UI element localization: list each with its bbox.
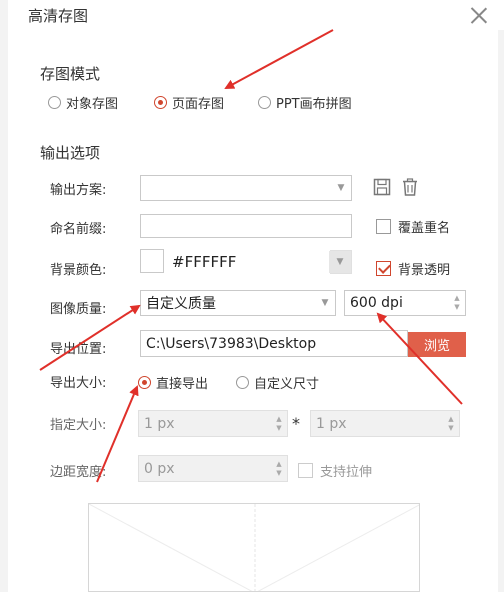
save-mode-heading: 存图模式 bbox=[40, 65, 101, 83]
dpi-value: 600 dpi bbox=[350, 295, 403, 311]
hd-save-dialog: 高清存图 存图模式 对象存图 页面存图 PPT画布拼图 输出选项 输出方案: ▼ bbox=[0, 0, 504, 592]
scheme-select[interactable]: ▼ bbox=[140, 175, 352, 201]
margin-stepper[interactable]: 0 px ▲ ▼ bbox=[138, 455, 288, 482]
radio-dot bbox=[48, 96, 61, 109]
checkbox-box bbox=[298, 463, 313, 478]
location-label: 导出位置: bbox=[50, 342, 107, 357]
margin-label: 边距宽度: bbox=[50, 465, 107, 480]
radio-dot bbox=[138, 376, 151, 389]
export-path-value: C:\Users\73983\Desktop bbox=[146, 335, 317, 352]
width-stepper[interactable]: 1 px ▲ ▼ bbox=[138, 410, 288, 437]
overwrite-checkbox[interactable]: 覆盖重名 bbox=[376, 217, 450, 236]
radio-label: 页面存图 bbox=[172, 97, 225, 112]
transparent-bg-label: 背景透明 bbox=[398, 263, 451, 278]
stepper-arrows-icon: ▲ ▼ bbox=[454, 294, 460, 311]
radio-custom-size[interactable]: 自定义尺寸 bbox=[236, 373, 319, 392]
arrow-to-page-save bbox=[224, 29, 334, 89]
left-edge bbox=[0, 0, 8, 592]
page-preview bbox=[88, 503, 420, 592]
radio-label: PPT画布拼图 bbox=[276, 97, 352, 112]
bg-color-label: 背景颜色: bbox=[50, 263, 107, 278]
title-bar: 高清存图 bbox=[0, 0, 504, 34]
radio-dot bbox=[236, 376, 249, 389]
specified-size-label: 指定大小: bbox=[50, 418, 107, 433]
width-value: 1 px bbox=[144, 415, 175, 432]
stretch-checkbox[interactable]: 支持拉伸 bbox=[298, 461, 372, 480]
quality-label: 图像质量: bbox=[50, 302, 107, 317]
close-icon[interactable] bbox=[470, 6, 488, 24]
prefix-input[interactable] bbox=[140, 214, 352, 238]
stretch-label: 支持拉伸 bbox=[320, 465, 373, 480]
stepper-arrows-icon: ▲ ▼ bbox=[448, 414, 454, 432]
save-icon[interactable] bbox=[373, 178, 391, 200]
export-path-input[interactable]: C:\Users\73983\Desktop bbox=[140, 330, 408, 357]
quality-value: 自定义质量 bbox=[146, 296, 216, 312]
stepper-arrows-icon: ▲ ▼ bbox=[276, 459, 282, 477]
quality-select[interactable]: 自定义质量 ▼ bbox=[140, 290, 336, 316]
chevron-down-icon: ▼ bbox=[321, 298, 329, 308]
radio-label: 对象存图 bbox=[66, 97, 119, 112]
radio-label: 直接导出 bbox=[156, 377, 209, 392]
height-value: 1 px bbox=[316, 415, 347, 432]
export-size-label: 导出大小: bbox=[50, 376, 107, 391]
scheme-label: 输出方案: bbox=[50, 183, 107, 198]
overwrite-label: 覆盖重名 bbox=[398, 221, 451, 236]
times-sign: * bbox=[292, 414, 300, 433]
right-edge bbox=[498, 30, 504, 592]
dpi-stepper[interactable]: 600 dpi ▲ ▼ bbox=[344, 290, 466, 316]
transparent-bg-checkbox[interactable]: 背景透明 bbox=[376, 259, 450, 278]
checkbox-box bbox=[376, 219, 391, 234]
checkbox-box bbox=[376, 261, 391, 276]
radio-dot bbox=[258, 96, 271, 109]
chevron-down-icon: ▼ bbox=[329, 251, 351, 273]
radio-direct-export[interactable]: 直接导出 bbox=[138, 373, 208, 392]
chevron-down-icon: ▼ bbox=[337, 183, 345, 193]
radio-ppt-canvas[interactable]: PPT画布拼图 bbox=[258, 93, 352, 112]
margin-value: 0 px bbox=[144, 460, 175, 477]
stepper-arrows-icon: ▲ ▼ bbox=[276, 414, 282, 432]
arrow-to-dpi bbox=[376, 312, 463, 405]
height-stepper[interactable]: 1 px ▲ ▼ bbox=[310, 410, 460, 437]
preview-guides bbox=[89, 504, 419, 591]
radio-page-save[interactable]: 页面存图 bbox=[154, 93, 224, 112]
prefix-label: 命名前缀: bbox=[50, 222, 107, 237]
radio-dot bbox=[154, 96, 167, 109]
radio-label: 自定义尺寸 bbox=[254, 377, 320, 392]
output-options-heading: 输出选项 bbox=[40, 144, 101, 162]
trash-icon[interactable] bbox=[401, 178, 419, 200]
bg-color-hex: #FFFFFF bbox=[172, 253, 237, 271]
bg-color-dropdown[interactable]: ▼ bbox=[329, 250, 352, 274]
browse-button[interactable]: 浏览 bbox=[408, 332, 466, 357]
radio-object-save[interactable]: 对象存图 bbox=[48, 93, 118, 112]
dialog-title: 高清存图 bbox=[28, 7, 89, 25]
bg-color-swatch[interactable] bbox=[140, 249, 164, 273]
